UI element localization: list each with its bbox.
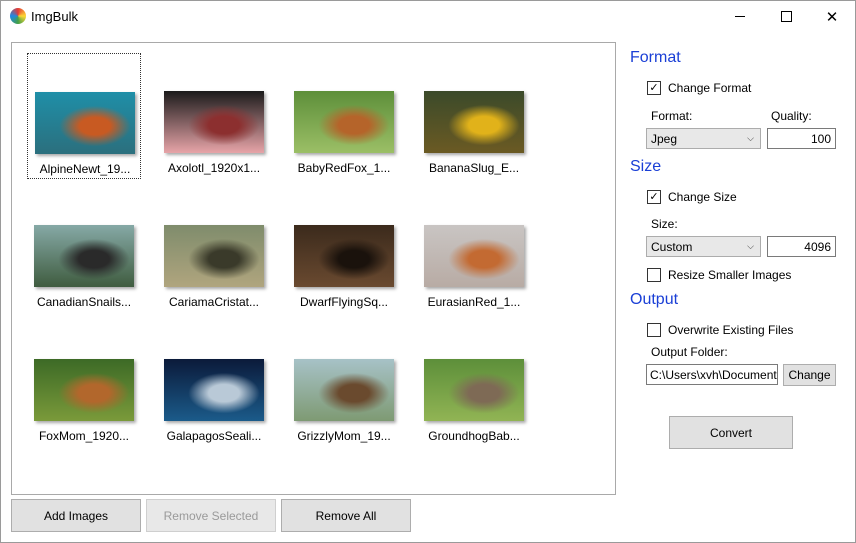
format-section-title: Format [630,49,681,66]
image-label: CanadianSnails... [36,295,132,309]
chevron-down-icon: ⌵ [747,133,754,143]
app-logo-icon [10,8,26,24]
image-thumbnail [164,359,264,421]
change-format-checkbox[interactable]: ✓ Change Format [647,81,751,95]
image-label: FoxMom_1920... [38,429,130,443]
image-tile[interactable]: GrizzlyMom_19... [287,321,401,447]
image-label: BabyRedFox_1... [297,161,391,175]
title-bar[interactable]: ImgBulk ✕ [1,1,855,32]
overwrite-label: Overwrite Existing Files [668,323,794,337]
image-tile[interactable]: AlpineNewt_19... [27,53,141,179]
add-images-button[interactable]: Add Images [11,499,141,532]
close-button[interactable]: ✕ [809,1,855,32]
maximize-icon [780,11,792,22]
resize-smaller-check-icon [647,268,661,282]
quality-label: Quality: [771,109,812,123]
image-thumbnail [34,225,134,287]
minimize-icon [735,16,745,17]
overwrite-check-icon [647,323,661,337]
image-gallery[interactable]: AlpineNewt_19... Axolotl_1920x1... BabyRed… [11,42,616,495]
image-label: Axolotl_1920x1... [167,161,261,175]
format-label: Format: [651,109,693,123]
output-folder-label: Output Folder: [651,345,728,359]
size-select-value: Custom [651,239,693,254]
format-select-value: Jpeg [651,131,678,146]
maximize-button[interactable] [763,1,809,32]
image-thumbnail [294,359,394,421]
change-size-check-icon: ✓ [647,190,661,204]
image-tile[interactable]: GroundhogBab... [417,321,531,447]
image-thumbnail [424,225,524,287]
image-label: GalapagosSeali... [166,429,262,443]
image-label: GroundhogBab... [428,429,520,443]
resize-smaller-label: Resize Smaller Images [668,268,792,282]
size-number-input[interactable]: 4096 [767,236,836,257]
image-label: EurasianRed_1... [427,295,521,309]
image-label: GrizzlyMom_19... [297,429,391,443]
image-thumbnail [164,91,264,153]
image-tile[interactable]: Axolotl_1920x1... [157,53,271,179]
size-select[interactable]: Custom ⌵ [646,236,761,257]
size-label: Size: [651,217,678,231]
app-window: ImgBulk ✕ AlpineNewt_19... Axolotl_1920x1… [0,0,856,543]
image-thumbnail [424,91,524,153]
image-thumbnail [424,359,524,421]
image-label: CariamaCristat... [168,295,260,309]
chevron-down-icon: ⌵ [747,241,754,251]
resize-smaller-checkbox[interactable]: Resize Smaller Images [647,268,791,282]
image-thumbnail [294,225,394,287]
image-thumbnail [164,225,264,287]
image-tile[interactable]: GalapagosSeali... [157,321,271,447]
image-label: AlpineNewt_19... [39,162,131,176]
window-title: ImgBulk [31,9,78,24]
image-tile[interactable]: CariamaCristat... [157,187,271,313]
remove-all-button[interactable]: Remove All [281,499,411,532]
change-folder-button[interactable]: Change [783,364,836,386]
change-size-label: Change Size [668,190,737,204]
output-section-title: Output [630,291,679,308]
close-icon: ✕ [825,8,839,26]
image-tile[interactable]: FoxMom_1920... [27,321,141,447]
image-thumbnail [35,92,135,154]
overwrite-checkbox[interactable]: Overwrite Existing Files [647,323,793,337]
format-select[interactable]: Jpeg ⌵ [646,128,761,149]
image-thumbnail [294,91,394,153]
change-format-label: Change Format [668,81,752,95]
change-format-check-icon: ✓ [647,81,661,95]
image-thumbnail [34,359,134,421]
convert-button[interactable]: Convert [669,416,793,449]
minimize-button[interactable] [717,1,763,32]
remove-selected-button[interactable]: Remove Selected [146,499,276,532]
image-tile[interactable]: CanadianSnails... [27,187,141,313]
image-label: BananaSlug_E... [428,161,520,175]
image-tile[interactable]: BananaSlug_E... [417,53,531,179]
image-tile[interactable]: DwarfFlyingSq... [287,187,401,313]
image-tile[interactable]: BabyRedFox_1... [287,53,401,179]
size-section-title: Size [630,158,662,175]
output-folder-input[interactable]: C:\Users\xvh\Documents [646,364,778,385]
image-tile[interactable]: EurasianRed_1... [417,187,531,313]
change-size-checkbox[interactable]: ✓ Change Size [647,190,737,204]
image-label: DwarfFlyingSq... [299,295,389,309]
quality-input[interactable]: 100 [767,128,836,149]
